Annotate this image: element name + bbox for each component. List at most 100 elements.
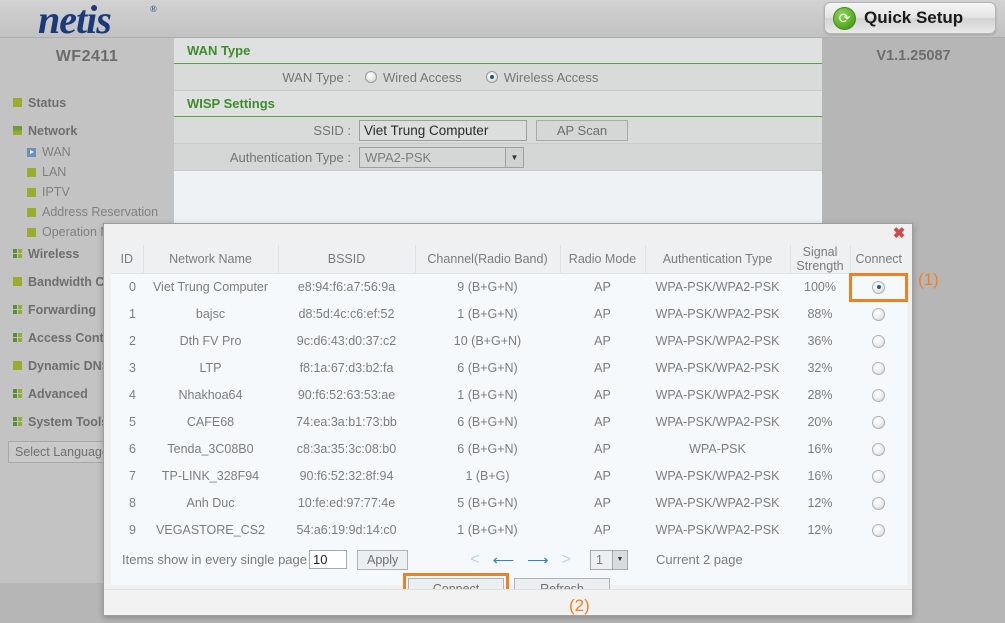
cell-connect[interactable] (850, 462, 907, 490)
ap-scan-button[interactable]: AP Scan (536, 119, 628, 141)
cell-connect[interactable] (850, 408, 907, 436)
connect-radio[interactable] (872, 496, 885, 510)
cell-bssid: 90:f6:52:32:8f:94 (278, 462, 415, 490)
connect-radio-selected[interactable] (872, 280, 885, 294)
row-wan-type: WAN Type : Wired Access Wireless Access (174, 64, 822, 91)
cell-connect[interactable] (850, 381, 907, 409)
cell-signal: 20% (790, 408, 850, 436)
page-nav-arrows: < ⟵ ⟶ > 1 ▼ (470, 549, 628, 570)
table-row[interactable]: 2 Dth FV Pro 9c:d6:43:d0:37:c2 10 (B+G+N… (111, 327, 907, 355)
cell-connect[interactable] (850, 354, 907, 382)
cell-connect[interactable] (850, 435, 907, 463)
cell-auth-type: WPA-PSK/WPA2-PSK (645, 300, 790, 328)
chevron-last-icon[interactable]: > (562, 551, 571, 569)
connect-radio[interactable] (872, 361, 885, 375)
table-row[interactable]: 3 LTP f8:1a:67:d3:b2:fa 6 (B+G+N) AP WPA… (111, 354, 907, 382)
cell-auth-type: WPA-PSK/WPA2-PSK (645, 489, 790, 517)
table-header-row: ID Network Name BSSID Channel(Radio Band… (111, 245, 907, 274)
sidebar-item-iptv[interactable]: IPTV (0, 182, 174, 202)
logo-registered-mark: ® (150, 4, 157, 14)
items-per-page-input[interactable]: 10 (308, 550, 347, 569)
cell-connect[interactable] (850, 300, 907, 328)
cell-radio-mode: AP (560, 354, 645, 382)
bullet-icon (13, 333, 22, 342)
cell-network-name: VEGASTORE_CS2 (143, 516, 278, 544)
connect-radio[interactable] (872, 415, 885, 429)
table-row[interactable]: 0 Viet Trung Computer e8:94:f6:a7:56:9a … (111, 272, 908, 302)
cell-network-name: CAFE68 (143, 408, 278, 436)
cell-signal: 100% (790, 273, 850, 301)
bullet-icon (27, 167, 36, 177)
arrow-right-icon[interactable]: ⟶ (527, 551, 549, 569)
sidebar-item-wan[interactable]: WAN (0, 142, 174, 162)
cell-auth-type: WPA-PSK/WPA2-PSK (645, 408, 790, 436)
cell-network-name: Dth FV Pro (143, 327, 278, 355)
apply-button[interactable]: Apply (356, 549, 409, 570)
table-row[interactable]: 4 Nhakhoa64 90:f6:52:63:53:ae 1 (B+G+N) … (111, 381, 907, 409)
sidebar-item-lan[interactable]: LAN (0, 162, 174, 182)
connect-radio[interactable] (872, 334, 885, 348)
cell-channel: 1 (B+G) (415, 462, 560, 490)
ssid-input[interactable]: Viet Trung Computer (359, 119, 527, 141)
sidebar-item-label: Address Reservation (42, 205, 159, 219)
connect-radio[interactable] (872, 523, 885, 537)
table-row[interactable]: 5 CAFE68 74:ea:3a:b1:73:bb 6 (B+G+N) AP … (111, 408, 907, 436)
cell-signal: 32% (790, 354, 850, 382)
sidebar-item-network[interactable]: Network (0, 119, 174, 142)
cell-connect[interactable] (850, 489, 907, 517)
bullet-icon (27, 207, 36, 217)
quick-setup-button[interactable]: ⟳ Quick Setup (824, 2, 996, 34)
cell-network-name: bajsc (143, 300, 278, 328)
table-row[interactable]: 6 Tenda_3C08B0 c8:3a:35:3c:08:b0 6 (B+G+… (111, 435, 907, 463)
cell-connect[interactable] (850, 516, 907, 544)
chevron-first-icon[interactable]: < (470, 551, 479, 569)
close-icon[interactable]: ✖ (892, 226, 906, 241)
cell-id: 7 (111, 462, 143, 490)
radio-wireless-access[interactable]: Wireless Access (480, 70, 598, 85)
connect-radio[interactable] (872, 469, 885, 483)
modal-footer (104, 589, 912, 615)
table-row[interactable]: 8 Anh Duc 10:fe:ed:97:77:4e 5 (B+G+N) AP… (111, 489, 907, 517)
cell-signal: 12% (790, 489, 850, 517)
bullet-icon (27, 187, 36, 197)
sidebar-item-address-reservation[interactable]: Address Reservation (0, 202, 174, 222)
cell-connect[interactable] (850, 327, 907, 355)
cell-network-name: Nhakhoa64 (143, 381, 278, 409)
sidebar-item-label: Network (28, 123, 78, 138)
connect-radio[interactable] (872, 307, 885, 321)
page-body: WF2411 Status Network WAN LAN IPTV Addre… (0, 38, 1005, 623)
table-row[interactable]: 7 TP-LINK_328F94 90:f6:52:32:8f:94 1 (B+… (111, 462, 907, 490)
netis-logo: netis (38, 0, 112, 42)
page-select[interactable]: 1 ▼ (589, 549, 628, 570)
cell-channel: 6 (B+G+N) (415, 408, 560, 436)
sidebar-item-label: Dynamic DNS (28, 358, 110, 373)
page-select-value: 1 (595, 552, 603, 567)
quick-setup-label: Quick Setup (864, 8, 964, 27)
connect-radio[interactable] (872, 388, 885, 402)
table-row[interactable]: 1 bajsc d8:5d:4c:c6:ef:52 1 (B+G+N) AP W… (111, 300, 907, 328)
play-arrow-icon (27, 147, 36, 157)
cell-id: 6 (111, 435, 143, 463)
arrow-left-icon[interactable]: ⟵ (493, 551, 515, 569)
col-auth-type: Authentication Type (645, 245, 791, 274)
cell-bssid: f8:1a:67:d3:b2:fa (278, 354, 415, 382)
row-auth-type: Authentication Type : WPA2-PSK ▼ (174, 144, 822, 171)
refresh-circle-icon: ⟳ (833, 6, 856, 30)
sidebar-item-status[interactable]: Status (0, 91, 174, 114)
bullet-icon (27, 227, 36, 237)
cell-radio-mode: AP (560, 408, 645, 436)
radio-icon (365, 71, 377, 83)
chevron-down-icon: ▼ (611, 550, 627, 569)
cell-radio-mode: AP (560, 516, 645, 544)
annotation-2: (2) (569, 596, 590, 615)
col-channel: Channel(Radio Band) (415, 245, 561, 274)
cell-id: 1 (111, 300, 143, 328)
radio-wired-access[interactable]: Wired Access (359, 70, 462, 85)
auth-type-select[interactable]: WPA2-PSK ▼ (359, 146, 524, 168)
connect-radio[interactable] (872, 442, 885, 456)
cell-radio-mode: AP (560, 381, 645, 409)
sidebar-item-label: System Tools (28, 414, 109, 429)
cell-connect[interactable] (849, 272, 908, 302)
pager-cell: Items show in every single page 10 Apply… (111, 543, 907, 576)
table-row[interactable]: 9 VEGASTORE_CS2 54:a6:19:9d:14:c0 1 (B+G… (111, 516, 907, 544)
